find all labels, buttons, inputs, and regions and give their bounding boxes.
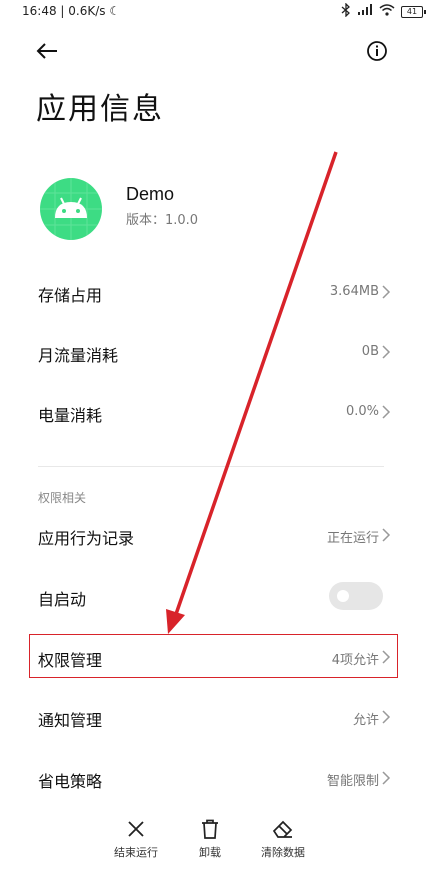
row-label: 自启动 xyxy=(38,590,87,609)
battery-icon: 41 xyxy=(401,5,426,18)
chevron-right-icon xyxy=(382,771,391,785)
status-bar: 16:48 | 0.6K/s ☾ 41 xyxy=(0,0,437,24)
chevron-right-icon xyxy=(382,405,391,419)
info-icon xyxy=(367,41,387,61)
chevron-right-icon xyxy=(382,345,391,359)
divider xyxy=(38,466,384,467)
section-header: 权限相关 xyxy=(38,491,87,505)
bluetooth-icon xyxy=(341,2,351,20)
moon-icon: ☾ xyxy=(109,4,121,18)
uninstall-button[interactable]: 卸载 xyxy=(172,818,248,864)
clear-data-button[interactable]: 清除数据 xyxy=(245,818,321,864)
battery-usage-row[interactable]: 电量消耗 0.0% xyxy=(0,382,437,442)
highlight-box xyxy=(29,634,398,678)
auto-start-toggle[interactable] xyxy=(329,582,383,610)
signal-icon xyxy=(357,4,373,19)
row-value: 正在运行 xyxy=(326,531,379,546)
action-label: 清除数据 xyxy=(261,846,305,859)
row-value: 智能限制 xyxy=(326,774,379,789)
force-stop-button[interactable]: 结束运行 xyxy=(98,818,174,864)
status-time-speed: 16:48 | 0.6K/s ☾ xyxy=(22,4,121,18)
info-button[interactable] xyxy=(359,33,395,69)
data-usage-row[interactable]: 月流量消耗 0B xyxy=(0,322,437,382)
toggle-knob xyxy=(337,590,349,602)
row-label: 月流量消耗 xyxy=(38,346,119,365)
row-value: 3.64MB xyxy=(329,284,379,299)
app-version: 版本：1.0.0 xyxy=(126,213,199,228)
page-title: 应用信息 xyxy=(36,92,164,127)
power-policy-row[interactable]: 省电策略 智能限制 xyxy=(0,748,437,808)
row-label: 存储占用 xyxy=(38,286,103,305)
status-icons: 41 xyxy=(341,2,426,20)
behavior-record-row[interactable]: 应用行为记录 正在运行 xyxy=(0,505,437,565)
row-value: 0B xyxy=(361,344,379,359)
arrow-left-icon xyxy=(36,43,57,59)
wifi-icon xyxy=(379,4,395,19)
action-label: 结束运行 xyxy=(114,846,158,859)
row-value: 允许 xyxy=(352,713,379,728)
chevron-right-icon xyxy=(382,285,391,299)
android-icon xyxy=(40,178,102,240)
row-value: 0.0% xyxy=(345,404,379,419)
storage-row[interactable]: 存储占用 3.64MB xyxy=(0,262,437,322)
row-label: 电量消耗 xyxy=(38,406,103,425)
trash-icon xyxy=(202,819,218,839)
row-label: 通知管理 xyxy=(38,711,103,730)
row-label: 应用行为记录 xyxy=(38,529,135,548)
action-label: 卸载 xyxy=(199,846,221,859)
notification-management-row[interactable]: 通知管理 允许 xyxy=(0,687,437,747)
app-name: Demo xyxy=(126,184,175,204)
eraser-icon xyxy=(272,820,293,838)
close-icon xyxy=(128,821,144,837)
chevron-right-icon xyxy=(382,710,391,724)
back-button[interactable] xyxy=(29,33,65,69)
chevron-right-icon xyxy=(382,528,391,542)
row-label: 省电策略 xyxy=(38,772,103,791)
